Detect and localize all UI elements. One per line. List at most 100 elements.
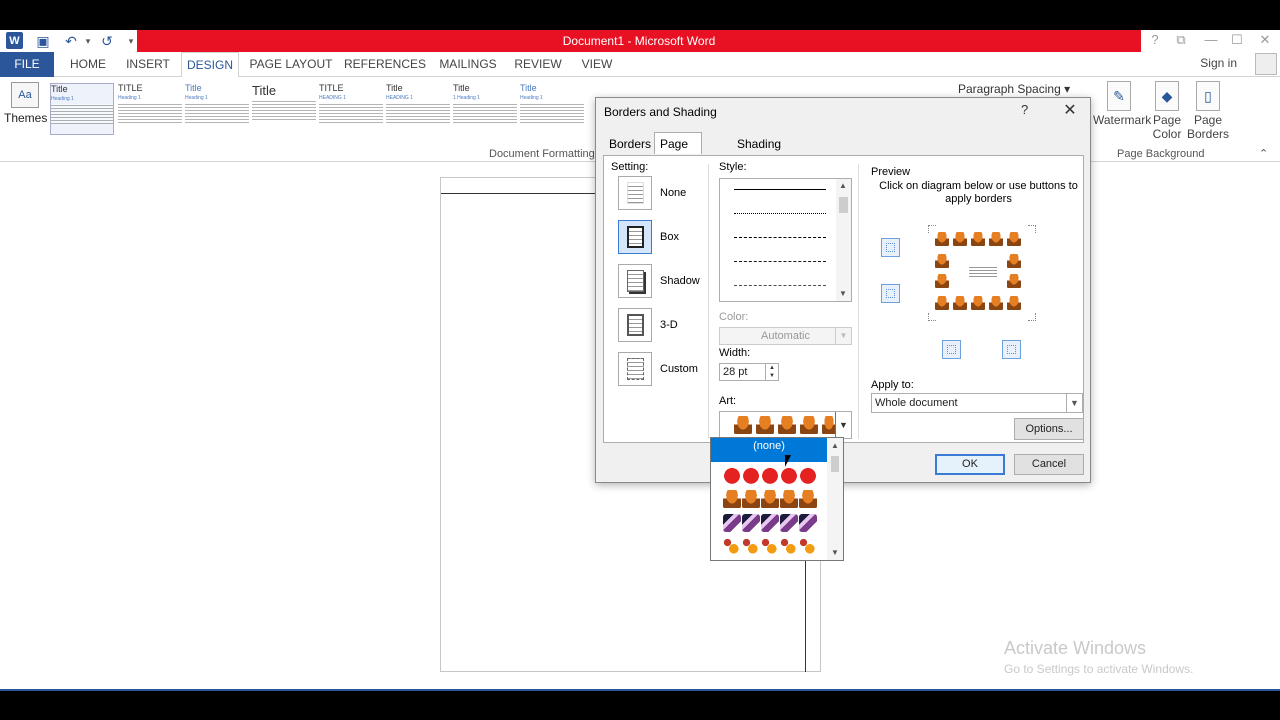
tab-review[interactable]: REVIEW: [510, 52, 566, 77]
scroll-thumb[interactable]: [831, 456, 839, 472]
width-select[interactable]: 28 pt ▲ ▼: [719, 363, 779, 381]
style-set-thumb[interactable]: TITLE HEADING 1: [319, 83, 383, 135]
sign-in-link[interactable]: Sign in: [1200, 56, 1237, 70]
art-select[interactable]: ▼: [719, 411, 852, 439]
color-select[interactable]: Automatic ▼: [719, 327, 852, 345]
preview-diagram[interactable]: [928, 225, 1036, 321]
style-set-thumb[interactable]: Title Heading 1: [520, 83, 584, 135]
tab-file[interactable]: FILE: [0, 52, 54, 77]
tab-view[interactable]: VIEW: [574, 52, 620, 77]
style-solid[interactable]: [734, 189, 826, 190]
scroll-up-icon[interactable]: ▲: [839, 181, 847, 190]
page-color-button[interactable]: ◆ Page Color: [1145, 79, 1189, 141]
themes-button[interactable]: Aa Themes: [4, 80, 47, 140]
undo-icon[interactable]: ↶: [62, 32, 80, 50]
width-spinner-icon[interactable]: ▲ ▼: [765, 364, 778, 380]
avatar[interactable]: [1255, 53, 1277, 75]
art-list-scrollbar[interactable]: ▲ ▼: [827, 438, 843, 560]
right-border-button[interactable]: [1002, 340, 1021, 359]
style-dotted[interactable]: [734, 213, 826, 214]
setting-custom-label: Custom: [660, 363, 698, 375]
setting-shadow-label: Shadow: [660, 275, 700, 287]
redo-icon[interactable]: ↺: [98, 32, 116, 50]
setting-3d-button[interactable]: [618, 308, 652, 342]
muffin-art-icon: [1007, 296, 1021, 310]
setting-shadow-button[interactable]: [618, 264, 652, 298]
style-dash-dot[interactable]: [734, 285, 826, 286]
dialog-help-icon[interactable]: ?: [1021, 102, 1028, 117]
tab-design[interactable]: DESIGN: [181, 52, 239, 78]
tab-borders[interactable]: Borders: [604, 134, 656, 155]
watermark-icon: ✎: [1107, 81, 1131, 111]
tab-home[interactable]: HOME: [62, 52, 114, 77]
muffin-art-icon: [935, 274, 949, 288]
art-option-apples[interactable]: [723, 466, 819, 486]
muffin-art-icon: [742, 490, 760, 508]
style-set-thumb[interactable]: Title Heading 1: [50, 83, 114, 135]
style-dashed-small[interactable]: [734, 237, 826, 238]
apple-art-icon: [723, 466, 741, 484]
watermark-button[interactable]: ✎ Watermark: [1093, 79, 1151, 127]
style-scrollbar[interactable]: ▲ ▼: [836, 179, 851, 301]
candy-art-icon: [799, 538, 817, 556]
paragraph-spacing-button[interactable]: Paragraph Spacing ▾: [958, 82, 1070, 96]
style-set-thumb[interactable]: Title 1 Heading 1: [453, 83, 517, 135]
setting-none-button[interactable]: [618, 176, 652, 210]
top-border-button[interactable]: [881, 238, 900, 257]
chevron-down-icon[interactable]: ▼: [835, 412, 851, 438]
options-button[interactable]: Options...: [1014, 418, 1084, 440]
tab-page-layout[interactable]: PAGE LAYOUT: [248, 52, 334, 77]
collapse-ribbon-icon[interactable]: ⌃: [1259, 147, 1268, 160]
activation-title: Activate Windows: [1004, 638, 1147, 658]
preview-corner: [928, 225, 936, 233]
setting-box-button[interactable]: [618, 220, 652, 254]
tab-shading[interactable]: Shading: [732, 134, 786, 155]
bottom-border-button[interactable]: [881, 284, 900, 303]
page-borders-icon: ▯: [1196, 81, 1220, 111]
style-list[interactable]: ▲ ▼: [719, 178, 852, 302]
style-set-thumb[interactable]: Title Heading 1: [185, 83, 249, 135]
save-icon[interactable]: ▣: [34, 32, 52, 50]
maximize-icon[interactable]: ☐: [1227, 32, 1247, 48]
close-icon[interactable]: ✕: [1255, 32, 1275, 48]
setting-custom-button[interactable]: [618, 352, 652, 386]
page-borders-button[interactable]: ▯ Page Borders: [1186, 79, 1230, 141]
art-option-candy-corn[interactable]: [723, 538, 819, 558]
help-icon[interactable]: ?: [1145, 32, 1165, 47]
art-option-cake-slices[interactable]: [723, 514, 819, 534]
tab-references[interactable]: REFERENCES: [344, 52, 426, 77]
undo-dropdown-icon[interactable]: ▾: [79, 32, 97, 50]
scroll-thumb[interactable]: [839, 197, 848, 213]
art-option-none[interactable]: (none): [711, 438, 827, 462]
bottom-border-icon: [886, 289, 895, 298]
style-set-thumb[interactable]: Title HEADING 1: [386, 83, 450, 135]
muffin-art-icon: [953, 232, 967, 246]
style-set-thumb[interactable]: TITLE Heading 1: [118, 83, 182, 135]
tab-insert[interactable]: INSERT: [122, 52, 174, 77]
dialog-title: Borders and Shading: [604, 105, 717, 119]
left-border-button[interactable]: [942, 340, 961, 359]
art-option-muffins[interactable]: [723, 490, 819, 510]
art-dropdown-list[interactable]: (none) ▲ ▼: [710, 437, 844, 561]
dialog-close-icon[interactable]: ✕: [1060, 100, 1080, 120]
tab-mailings[interactable]: MAILINGS: [434, 52, 502, 77]
style-set-thumb[interactable]: Title: [252, 83, 316, 135]
dialog-body: Setting: None Box Shadow 3-D Custom Styl…: [603, 155, 1084, 443]
muffin-art-icon: [953, 296, 967, 310]
minimize-icon[interactable]: —: [1201, 32, 1221, 47]
style-dashed-large[interactable]: [734, 261, 826, 262]
muffin-art-icon: [971, 232, 985, 246]
ribbon-display-icon[interactable]: ⧉: [1171, 32, 1191, 48]
apply-to-select[interactable]: Whole document ▼: [871, 393, 1083, 413]
scroll-up-icon[interactable]: ▲: [831, 441, 839, 450]
art-label: Art:: [719, 395, 737, 407]
left-border-icon: [947, 345, 956, 354]
scroll-down-icon[interactable]: ▼: [839, 289, 847, 298]
tab-page-border[interactable]: Page Border: [654, 132, 703, 173]
ok-button[interactable]: OK: [935, 454, 1005, 475]
word-logo-icon[interactable]: W: [6, 32, 23, 49]
scroll-down-icon[interactable]: ▼: [831, 548, 839, 557]
muffin-art-icon: [800, 416, 818, 434]
cancel-button[interactable]: Cancel: [1014, 454, 1084, 475]
candy-art-icon: [780, 538, 798, 556]
